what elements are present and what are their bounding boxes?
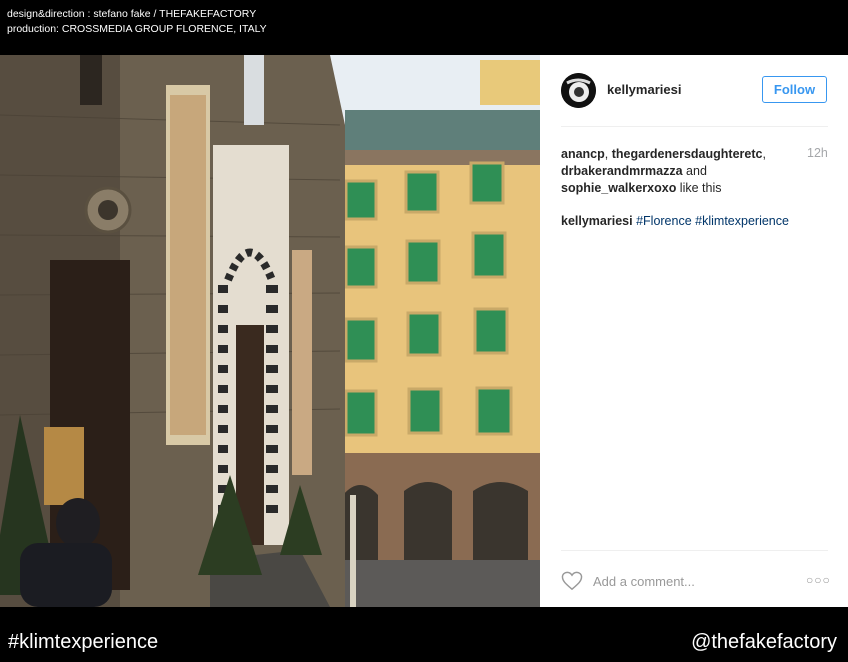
footer-handle: @thefakefactory: [691, 631, 837, 653]
hashtag-link[interactable]: #klimtexperience: [695, 214, 789, 228]
post-photo[interactable]: [0, 55, 540, 607]
credits: design&direction : stefano fake / THEFAK…: [7, 7, 267, 37]
liker-link[interactable]: sophie_walkerxoxo: [561, 181, 676, 195]
ellipsis-icon[interactable]: ○○○: [806, 573, 831, 587]
footer-divider: [561, 550, 828, 551]
post-caption: kellymariesi #Florence #klimtexperience: [561, 214, 789, 228]
comment-input[interactable]: [593, 569, 773, 593]
caption-author[interactable]: kellymariesi: [561, 214, 633, 228]
liker-link[interactable]: drbakerandmrmazza: [561, 164, 683, 178]
liker-link[interactable]: anancp: [561, 147, 605, 161]
header-divider: [561, 126, 828, 127]
photo-florence-street: [0, 55, 540, 607]
heart-outline-icon[interactable]: [561, 571, 583, 591]
follow-button[interactable]: Follow: [762, 76, 827, 103]
footer-hashtag: #klimtexperience: [8, 631, 159, 653]
credits-design: design&direction : stefano fake / THEFAK…: [7, 8, 257, 20]
credits-production: production: CROSSMEDIA GROUP FLORENCE, I…: [7, 23, 267, 35]
post-timestamp[interactable]: 12h: [807, 146, 828, 160]
post-username[interactable]: kellymariesi: [607, 82, 681, 97]
avatar[interactable]: [561, 73, 596, 108]
avatar-image: [561, 73, 596, 108]
likes-summary: anancp, thegardenersdaughteretc, drbaker…: [561, 147, 766, 195]
hashtag-link[interactable]: #Florence: [636, 214, 692, 228]
liker-link[interactable]: thegardenersdaughteretc: [612, 147, 763, 161]
post-sidebar: kellymariesi Follow anancp, thegardeners…: [540, 55, 848, 607]
